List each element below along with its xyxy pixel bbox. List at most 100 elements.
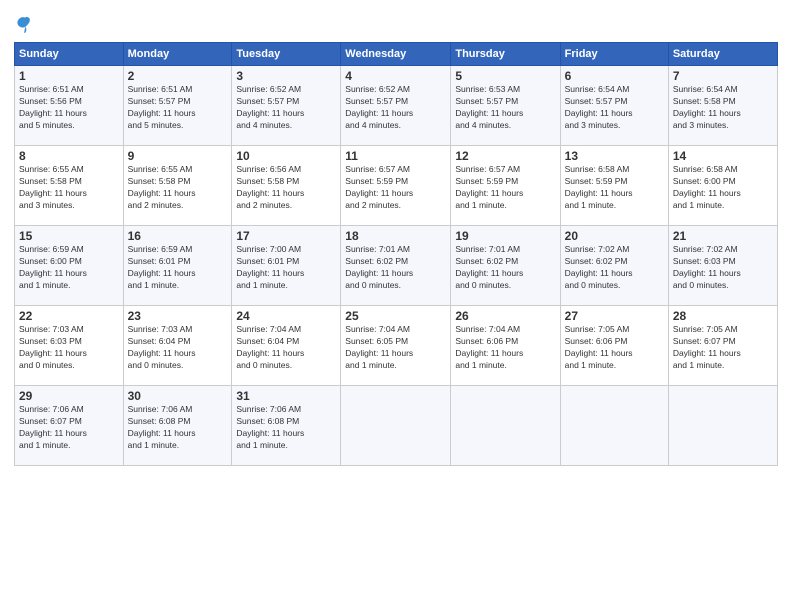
calendar-cell: 9Sunrise: 6:55 AM Sunset: 5:58 PM Daylig… [123, 146, 232, 226]
day-info: Sunrise: 7:03 AM Sunset: 6:03 PM Dayligh… [19, 324, 119, 372]
calendar-cell: 28Sunrise: 7:05 AM Sunset: 6:07 PM Dayli… [668, 306, 777, 386]
calendar-cell: 26Sunrise: 7:04 AM Sunset: 6:06 PM Dayli… [451, 306, 560, 386]
day-number: 1 [19, 69, 119, 83]
calendar-header-wednesday: Wednesday [341, 43, 451, 66]
day-number: 22 [19, 309, 119, 323]
calendar-cell: 31Sunrise: 7:06 AM Sunset: 6:08 PM Dayli… [232, 386, 341, 466]
day-info: Sunrise: 7:02 AM Sunset: 6:02 PM Dayligh… [565, 244, 664, 292]
calendar-cell: 21Sunrise: 7:02 AM Sunset: 6:03 PM Dayli… [668, 226, 777, 306]
day-number: 8 [19, 149, 119, 163]
calendar-cell: 7Sunrise: 6:54 AM Sunset: 5:58 PM Daylig… [668, 66, 777, 146]
calendar: SundayMondayTuesdayWednesdayThursdayFrid… [14, 42, 778, 466]
calendar-week-3: 15Sunrise: 6:59 AM Sunset: 6:00 PM Dayli… [15, 226, 778, 306]
day-number: 31 [236, 389, 336, 403]
day-info: Sunrise: 6:51 AM Sunset: 5:56 PM Dayligh… [19, 84, 119, 132]
day-info: Sunrise: 7:04 AM Sunset: 6:05 PM Dayligh… [345, 324, 446, 372]
day-number: 15 [19, 229, 119, 243]
day-number: 5 [455, 69, 555, 83]
day-number: 24 [236, 309, 336, 323]
calendar-cell: 23Sunrise: 7:03 AM Sunset: 6:04 PM Dayli… [123, 306, 232, 386]
calendar-cell: 24Sunrise: 7:04 AM Sunset: 6:04 PM Dayli… [232, 306, 341, 386]
logo-icon [14, 14, 36, 36]
day-number: 30 [128, 389, 228, 403]
day-number: 25 [345, 309, 446, 323]
day-number: 21 [673, 229, 773, 243]
day-info: Sunrise: 7:01 AM Sunset: 6:02 PM Dayligh… [455, 244, 555, 292]
calendar-cell [341, 386, 451, 466]
day-info: Sunrise: 7:06 AM Sunset: 6:08 PM Dayligh… [236, 404, 336, 452]
calendar-cell: 4Sunrise: 6:52 AM Sunset: 5:57 PM Daylig… [341, 66, 451, 146]
calendar-cell: 22Sunrise: 7:03 AM Sunset: 6:03 PM Dayli… [15, 306, 124, 386]
calendar-cell: 29Sunrise: 7:06 AM Sunset: 6:07 PM Dayli… [15, 386, 124, 466]
day-info: Sunrise: 7:04 AM Sunset: 6:06 PM Dayligh… [455, 324, 555, 372]
calendar-cell: 11Sunrise: 6:57 AM Sunset: 5:59 PM Dayli… [341, 146, 451, 226]
calendar-cell [451, 386, 560, 466]
calendar-cell: 27Sunrise: 7:05 AM Sunset: 6:06 PM Dayli… [560, 306, 668, 386]
calendar-cell: 5Sunrise: 6:53 AM Sunset: 5:57 PM Daylig… [451, 66, 560, 146]
calendar-cell: 25Sunrise: 7:04 AM Sunset: 6:05 PM Dayli… [341, 306, 451, 386]
day-number: 7 [673, 69, 773, 83]
calendar-cell [560, 386, 668, 466]
day-number: 18 [345, 229, 446, 243]
day-info: Sunrise: 7:00 AM Sunset: 6:01 PM Dayligh… [236, 244, 336, 292]
day-info: Sunrise: 6:59 AM Sunset: 6:01 PM Dayligh… [128, 244, 228, 292]
calendar-cell: 15Sunrise: 6:59 AM Sunset: 6:00 PM Dayli… [15, 226, 124, 306]
calendar-week-5: 29Sunrise: 7:06 AM Sunset: 6:07 PM Dayli… [15, 386, 778, 466]
day-info: Sunrise: 6:52 AM Sunset: 5:57 PM Dayligh… [236, 84, 336, 132]
day-number: 26 [455, 309, 555, 323]
day-number: 13 [565, 149, 664, 163]
calendar-cell: 6Sunrise: 6:54 AM Sunset: 5:57 PM Daylig… [560, 66, 668, 146]
day-info: Sunrise: 7:06 AM Sunset: 6:08 PM Dayligh… [128, 404, 228, 452]
day-info: Sunrise: 7:01 AM Sunset: 6:02 PM Dayligh… [345, 244, 446, 292]
day-info: Sunrise: 7:06 AM Sunset: 6:07 PM Dayligh… [19, 404, 119, 452]
page: SundayMondayTuesdayWednesdayThursdayFrid… [0, 0, 792, 476]
day-number: 6 [565, 69, 664, 83]
calendar-cell: 16Sunrise: 6:59 AM Sunset: 6:01 PM Dayli… [123, 226, 232, 306]
day-number: 12 [455, 149, 555, 163]
day-info: Sunrise: 6:57 AM Sunset: 5:59 PM Dayligh… [345, 164, 446, 212]
day-number: 23 [128, 309, 228, 323]
day-number: 19 [455, 229, 555, 243]
calendar-cell: 12Sunrise: 6:57 AM Sunset: 5:59 PM Dayli… [451, 146, 560, 226]
calendar-header-row: SundayMondayTuesdayWednesdayThursdayFrid… [15, 43, 778, 66]
header [14, 10, 778, 36]
day-number: 17 [236, 229, 336, 243]
day-number: 28 [673, 309, 773, 323]
day-info: Sunrise: 7:04 AM Sunset: 6:04 PM Dayligh… [236, 324, 336, 372]
day-info: Sunrise: 7:05 AM Sunset: 6:07 PM Dayligh… [673, 324, 773, 372]
calendar-cell: 14Sunrise: 6:58 AM Sunset: 6:00 PM Dayli… [668, 146, 777, 226]
day-info: Sunrise: 6:58 AM Sunset: 6:00 PM Dayligh… [673, 164, 773, 212]
calendar-header-sunday: Sunday [15, 43, 124, 66]
calendar-week-1: 1Sunrise: 6:51 AM Sunset: 5:56 PM Daylig… [15, 66, 778, 146]
calendar-cell: 1Sunrise: 6:51 AM Sunset: 5:56 PM Daylig… [15, 66, 124, 146]
day-number: 11 [345, 149, 446, 163]
calendar-header-friday: Friday [560, 43, 668, 66]
calendar-week-4: 22Sunrise: 7:03 AM Sunset: 6:03 PM Dayli… [15, 306, 778, 386]
day-info: Sunrise: 6:55 AM Sunset: 5:58 PM Dayligh… [19, 164, 119, 212]
day-number: 20 [565, 229, 664, 243]
day-info: Sunrise: 6:51 AM Sunset: 5:57 PM Dayligh… [128, 84, 228, 132]
day-info: Sunrise: 6:55 AM Sunset: 5:58 PM Dayligh… [128, 164, 228, 212]
calendar-cell: 2Sunrise: 6:51 AM Sunset: 5:57 PM Daylig… [123, 66, 232, 146]
day-number: 2 [128, 69, 228, 83]
day-info: Sunrise: 6:54 AM Sunset: 5:58 PM Dayligh… [673, 84, 773, 132]
day-info: Sunrise: 7:05 AM Sunset: 6:06 PM Dayligh… [565, 324, 664, 372]
calendar-cell: 17Sunrise: 7:00 AM Sunset: 6:01 PM Dayli… [232, 226, 341, 306]
day-number: 16 [128, 229, 228, 243]
calendar-cell: 30Sunrise: 7:06 AM Sunset: 6:08 PM Dayli… [123, 386, 232, 466]
day-number: 29 [19, 389, 119, 403]
day-info: Sunrise: 7:03 AM Sunset: 6:04 PM Dayligh… [128, 324, 228, 372]
day-number: 9 [128, 149, 228, 163]
calendar-cell: 3Sunrise: 6:52 AM Sunset: 5:57 PM Daylig… [232, 66, 341, 146]
day-info: Sunrise: 6:52 AM Sunset: 5:57 PM Dayligh… [345, 84, 446, 132]
day-number: 3 [236, 69, 336, 83]
logo [14, 14, 38, 36]
day-info: Sunrise: 6:59 AM Sunset: 6:00 PM Dayligh… [19, 244, 119, 292]
day-number: 10 [236, 149, 336, 163]
day-number: 4 [345, 69, 446, 83]
day-info: Sunrise: 6:57 AM Sunset: 5:59 PM Dayligh… [455, 164, 555, 212]
calendar-cell: 13Sunrise: 6:58 AM Sunset: 5:59 PM Dayli… [560, 146, 668, 226]
calendar-week-2: 8Sunrise: 6:55 AM Sunset: 5:58 PM Daylig… [15, 146, 778, 226]
calendar-cell: 8Sunrise: 6:55 AM Sunset: 5:58 PM Daylig… [15, 146, 124, 226]
day-number: 14 [673, 149, 773, 163]
